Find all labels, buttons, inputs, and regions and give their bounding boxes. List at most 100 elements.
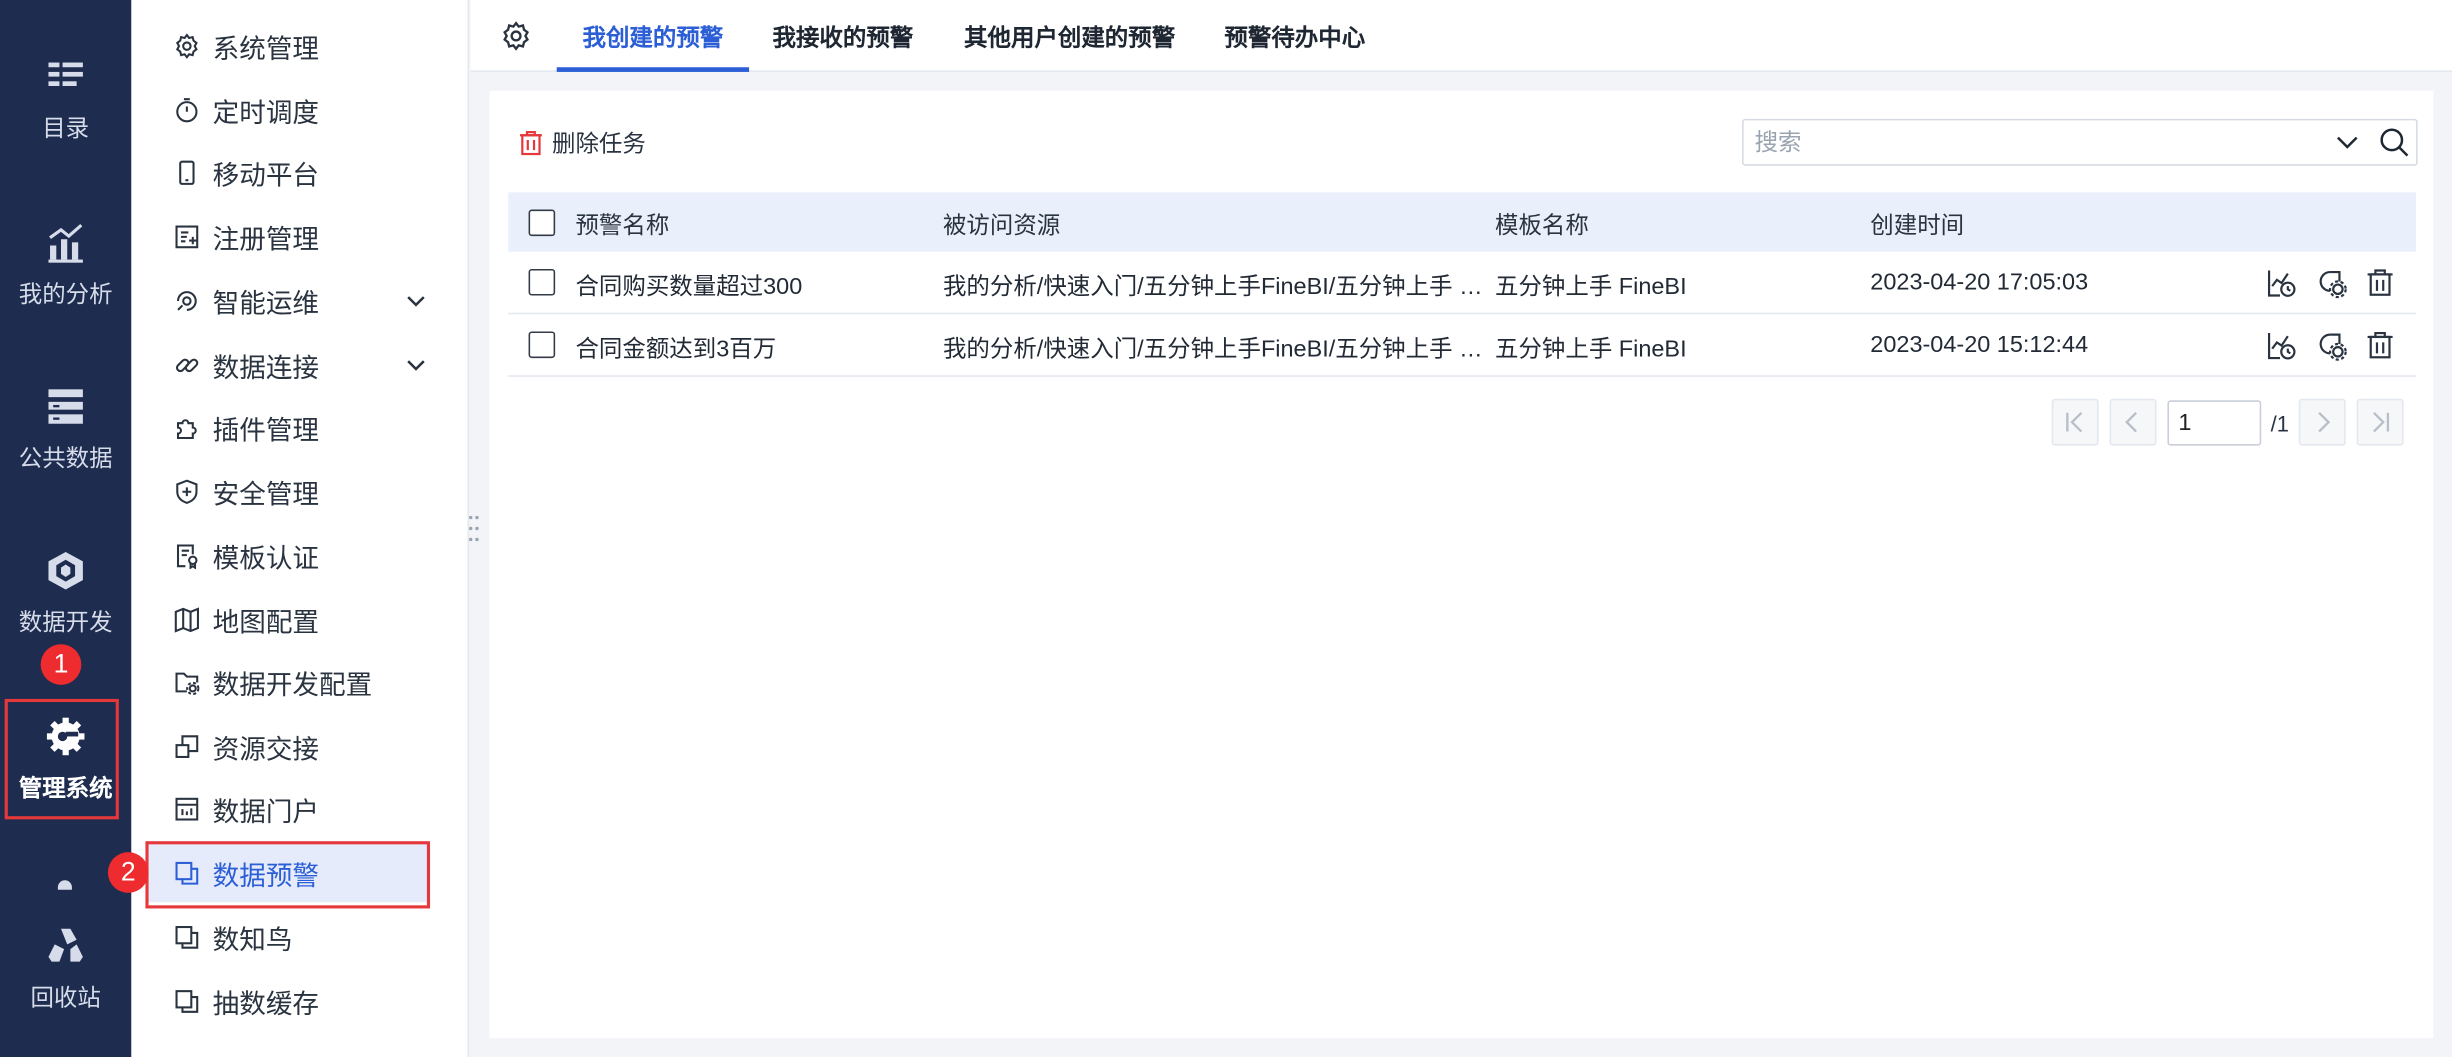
delete-task-label: 删除任务 bbox=[552, 130, 646, 158]
menu-item-extract-cache[interactable]: 抽数缓存 bbox=[147, 971, 428, 1030]
chevron-down-icon[interactable] bbox=[403, 288, 428, 313]
alert-name[interactable]: 合同购买数量超过300 bbox=[575, 269, 927, 302]
tab-alert-todo-center[interactable]: 预警待办中心 bbox=[1217, 0, 1373, 72]
row-checkbox[interactable] bbox=[528, 268, 556, 296]
ops-icon bbox=[176, 290, 196, 311]
tab-other-users-alerts[interactable]: 其他用户创建的预警 bbox=[952, 0, 1187, 72]
template-name: 五分钟上手 FineBI bbox=[1494, 273, 1687, 301]
menu-item-data-portal[interactable]: 数据门户 bbox=[147, 779, 428, 838]
trash-icon[interactable] bbox=[2364, 267, 2395, 298]
search-box bbox=[1742, 118, 2418, 166]
certificate-icon bbox=[176, 543, 197, 569]
menu-item-registration[interactable]: 注册管理 bbox=[147, 206, 428, 265]
step-badge-1: 1 bbox=[40, 644, 82, 685]
edit-icon[interactable] bbox=[2316, 267, 2347, 299]
rail-label: 数据开发 bbox=[18, 609, 113, 636]
menu-item-map-config[interactable]: 地图配置 bbox=[147, 589, 428, 648]
schedule-icon[interactable] bbox=[2266, 330, 2297, 361]
recycle-icon bbox=[48, 927, 83, 961]
trash-icon[interactable] bbox=[2364, 330, 2395, 361]
chevron-down-icon[interactable] bbox=[403, 352, 428, 377]
mobile-icon bbox=[178, 159, 194, 185]
shield-icon bbox=[175, 478, 197, 504]
search-input[interactable] bbox=[1743, 120, 2323, 165]
menu-item-mobile-platform[interactable]: 移动平台 bbox=[147, 142, 428, 201]
page-number-input[interactable] bbox=[2167, 400, 2262, 446]
rail-item-data-dev[interactable]: 数据开发 bbox=[0, 532, 131, 654]
rail-item-public-data[interactable]: 公共数据 bbox=[0, 367, 131, 489]
menu-item-label: 数据门户 bbox=[212, 796, 320, 827]
tab-my-created-alerts[interactable]: 我创建的预警 bbox=[556, 0, 750, 72]
first-page-button[interactable] bbox=[2051, 398, 2099, 446]
link-icon bbox=[175, 357, 198, 372]
search-icon[interactable] bbox=[2379, 127, 2410, 158]
menu-item-label: 资源交接 bbox=[212, 734, 320, 764]
menu-item-data-connection[interactable]: 数据连接 bbox=[147, 335, 428, 394]
copy-icon bbox=[174, 925, 198, 948]
accessed-resource: 我的分析/快速入门/五分钟上手FineBI/五分钟上手 FineBI bbox=[942, 336, 1494, 363]
rail-label: 我的分析 bbox=[18, 280, 113, 308]
menu-item-label: 安全管理 bbox=[212, 479, 320, 509]
menu-item-system-management[interactable]: 系统管理 bbox=[147, 16, 428, 75]
template-name: 五分钟上手 FineBI bbox=[1494, 336, 1687, 363]
accessed-resource: 我的分析/快速入门/五分钟上手FineBI/五分钟上手 FineBI bbox=[942, 273, 1494, 301]
page-total: /1 bbox=[2270, 411, 2289, 437]
prev-page-button[interactable] bbox=[2109, 398, 2157, 446]
row-checkbox[interactable] bbox=[528, 331, 556, 359]
menu-item-label: 注册管理 bbox=[212, 224, 320, 255]
menu-item-label: 数据开发配置 bbox=[212, 670, 373, 700]
scroll-indicator bbox=[57, 880, 72, 890]
edit-icon[interactable] bbox=[2316, 330, 2347, 361]
next-page-button[interactable] bbox=[2298, 398, 2346, 446]
schedule-icon[interactable] bbox=[2266, 267, 2297, 298]
rail-label: 公共数据 bbox=[18, 444, 113, 472]
table-row: 合同购买数量超过300 我的分析/快速入门/五分钟上手FineBI/五分钟上手 … bbox=[508, 252, 2417, 315]
column-header: 创建时间 bbox=[1870, 212, 1965, 240]
last-page-icon bbox=[2373, 411, 2390, 433]
menu-item-label: 插件管理 bbox=[212, 415, 320, 445]
menu-item-shuzhiniao[interactable]: 数知鸟 bbox=[147, 907, 428, 966]
trash-icon bbox=[519, 130, 542, 155]
menu-item-resource-handover[interactable]: 资源交接 bbox=[147, 716, 428, 775]
delete-task-button[interactable]: 删除任务 bbox=[518, 125, 646, 159]
portal-icon bbox=[174, 797, 198, 820]
menu-item-label: 模板认证 bbox=[212, 543, 320, 574]
menu-item-label: 抽数缓存 bbox=[212, 988, 320, 1019]
first-page-icon bbox=[2066, 411, 2083, 433]
table-row: 合同金额达到3百万 我的分析/快速入门/五分钟上手FineBI/五分钟上手 Fi… bbox=[508, 314, 2417, 377]
analysis-icon bbox=[48, 223, 83, 262]
created-time: 2023-04-20 15:12:44 bbox=[1870, 331, 2089, 359]
menu-item-label: 定时调度 bbox=[212, 97, 320, 128]
chevron-down-icon[interactable] bbox=[2335, 130, 2360, 155]
menu-item-security[interactable]: 安全管理 bbox=[147, 461, 428, 520]
register-icon bbox=[174, 224, 198, 248]
menu-item-scheduling[interactable]: 定时调度 bbox=[147, 80, 428, 139]
resize-handle-icon[interactable] bbox=[466, 513, 482, 544]
data-dev-icon bbox=[48, 551, 83, 589]
table-header: 预警名称 被访问资源 模板名称 创建时间 bbox=[508, 192, 2417, 252]
settings-gear-icon[interactable] bbox=[500, 20, 531, 51]
step-badge-2: 2 bbox=[107, 852, 149, 893]
menu-item-template-cert[interactable]: 模板认证 bbox=[147, 525, 428, 584]
column-header: 模板名称 bbox=[1494, 212, 1589, 240]
alert-name[interactable]: 合同金额达到3百万 bbox=[575, 331, 927, 364]
catalog-icon bbox=[48, 61, 83, 86]
menu-item-data-dev-config[interactable]: 数据开发配置 bbox=[147, 652, 428, 711]
stopwatch-icon bbox=[175, 97, 197, 122]
select-all-checkbox[interactable] bbox=[528, 209, 556, 237]
rail-item-my-analysis[interactable]: 我的分析 bbox=[0, 203, 131, 325]
copy-icon bbox=[174, 989, 198, 1013]
gear-icon bbox=[175, 32, 198, 59]
handover-icon bbox=[174, 734, 198, 758]
tab-my-received-alerts[interactable]: 我接收的预警 bbox=[765, 0, 921, 72]
rail-item-catalog[interactable]: 目录 bbox=[0, 38, 131, 160]
rail-item-recycle-bin[interactable]: 回收站 bbox=[0, 907, 131, 1029]
chevron-left-icon bbox=[2125, 411, 2137, 433]
last-page-button[interactable] bbox=[2356, 398, 2404, 446]
menu-item-smart-ops[interactable]: 智能运维 bbox=[147, 271, 428, 330]
folder-gear-icon bbox=[174, 671, 199, 695]
menu-item-plugin-management[interactable]: 插件管理 bbox=[147, 397, 428, 456]
menu-item-label: 地图配置 bbox=[212, 607, 320, 638]
content-panel: 删除任务 预警名称 被访问资源 模板名称 创建时间 合同购买数量超过300 我的… bbox=[489, 90, 2434, 1039]
column-header: 预警名称 bbox=[575, 212, 670, 240]
